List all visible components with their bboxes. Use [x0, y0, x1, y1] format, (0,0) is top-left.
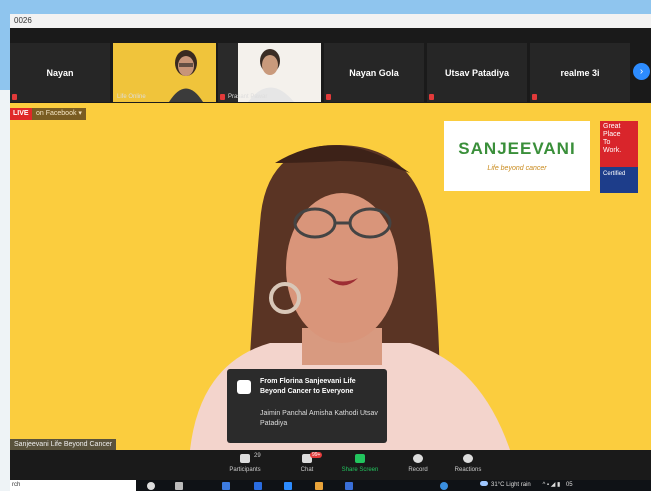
participants-button[interactable]: 29 Participants [220, 452, 270, 480]
chat-bubble-icon [237, 380, 251, 394]
windows-taskbar: rch 31°C Light rain ^ ▪ ◢ ▮ 05 [10, 480, 651, 491]
meeting-controls: 29 Participants 99+ Chat Share Screen Re… [10, 450, 651, 480]
tray-icons[interactable]: ^ ▪ ◢ ▮ [542, 482, 560, 488]
next-page-arrow-icon[interactable]: › [633, 63, 650, 80]
live-badge: LIVE [10, 108, 32, 120]
search-text: rch [12, 482, 21, 488]
taskbar-app-icon[interactable] [254, 482, 262, 490]
stream-platform-label: on Facebook [36, 110, 77, 117]
record-icon [413, 454, 423, 463]
mic-muted-icon [220, 94, 225, 100]
taskbar-search-input[interactable]: rch [10, 480, 136, 491]
zoom-meeting-window: 0026 Nayan Life Online Prasant Pawar Nay… [10, 14, 651, 491]
chat-unread-badge: 99+ [310, 452, 323, 458]
participant-name: Utsav Patadiya [444, 67, 510, 78]
window-title: 0026 [14, 16, 32, 25]
chat-notification[interactable]: From Florina Sanjeevani Life Beyond Canc… [227, 369, 387, 443]
system-tray: 31°C Light rain ^ ▪ ◢ ▮ 05 [480, 480, 573, 491]
badge-line: Great [603, 123, 621, 130]
logo-tagline: Life beyond cancer [487, 165, 547, 172]
task-view-icon[interactable] [175, 482, 183, 490]
browser-icon[interactable] [440, 482, 448, 490]
participant-tile[interactable]: Utsav Patadiya [427, 43, 527, 102]
mic-muted-icon [532, 94, 537, 100]
participants-icon [240, 454, 250, 463]
zoom-taskbar-icon[interactable] [284, 482, 292, 490]
participant-name: Life Online [117, 94, 146, 100]
file-explorer-icon[interactable] [315, 482, 323, 490]
share-screen-label: Share Screen [341, 467, 379, 473]
clock[interactable]: 05 [566, 482, 573, 488]
chat-notification-title: From Florina Sanjeevani Life Beyond Canc… [260, 378, 356, 395]
reactions-label: Reactions [454, 467, 482, 473]
title-bar: 0026 [10, 14, 651, 28]
cortana-icon[interactable] [147, 482, 155, 490]
participant-name: realme 3i [560, 67, 600, 78]
weather-text[interactable]: 31°C Light rain [491, 482, 531, 488]
participant-tile[interactable]: realme 3i [530, 43, 630, 102]
participant-tile[interactable]: Nayan Gola [324, 43, 424, 102]
participant-tile[interactable]: Life Online [113, 43, 216, 102]
weather-icon [480, 481, 488, 486]
great-place-to-work-badge: Great Place To Work. Certified [600, 121, 638, 193]
participant-strip: Nayan Life Online Prasant Pawar Nayan Go… [10, 28, 651, 102]
mic-muted-icon [429, 94, 434, 100]
badge-line: To [603, 139, 611, 146]
mic-muted-icon [12, 94, 17, 100]
badge-line: Place [603, 131, 621, 138]
reactions-button[interactable]: Reactions [443, 452, 493, 480]
badge-line: Work. [603, 147, 622, 154]
participant-tile[interactable]: Nayan [10, 43, 110, 102]
participant-name: Nayan Gola [349, 67, 399, 78]
share-screen-icon [355, 454, 365, 463]
facebook-stream-dropdown[interactable]: on Facebook ▾ [32, 108, 86, 120]
taskbar-app-icon[interactable] [222, 482, 230, 490]
participant-name: Nayan [46, 67, 74, 78]
sanjeevani-logo: SANJEEVANI Life beyond cancer [444, 121, 590, 191]
logo-text: SANJEEVANI [458, 139, 576, 158]
participant-tile[interactable]: Prasant Pawar [218, 43, 321, 102]
participants-label: Participants [229, 467, 261, 473]
chat-button[interactable]: 99+ Chat [282, 452, 332, 480]
participant-name: Prasant Pawar [228, 94, 268, 100]
record-label: Record [408, 467, 428, 473]
badge-certified: Certified [600, 167, 638, 193]
reactions-icon [463, 454, 473, 463]
chat-label: Chat [300, 467, 314, 473]
speaker-name-caption: Sanjeevani Life Beyond Cancer [10, 439, 117, 450]
mic-muted-icon [326, 94, 331, 100]
share-screen-button[interactable]: Share Screen [335, 452, 385, 480]
chat-notification-message: Jaimin Panchal Amisha Kathodi Utsav Pata… [260, 410, 378, 427]
record-button[interactable]: Record [393, 452, 443, 480]
participants-count: 29 [254, 453, 261, 459]
taskbar-app-icon[interactable] [345, 482, 353, 490]
